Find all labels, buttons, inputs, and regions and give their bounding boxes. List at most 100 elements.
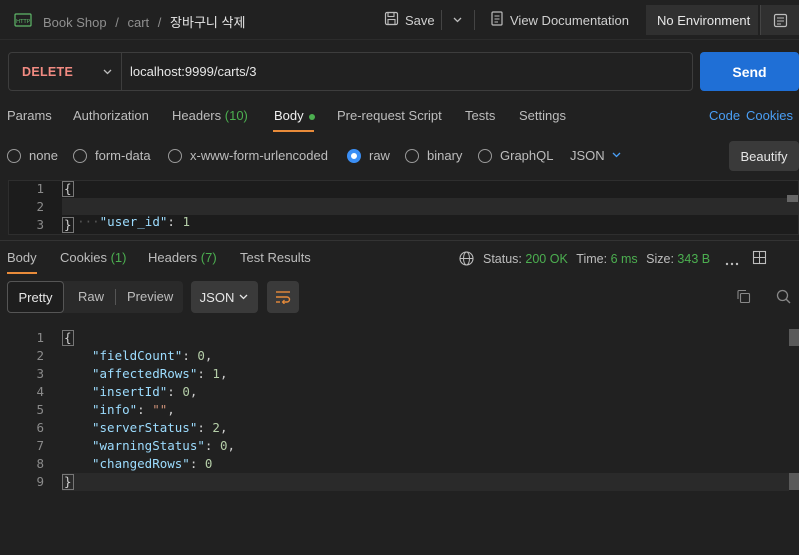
radio-form-data-label: form-data (95, 148, 151, 163)
more-icon[interactable] (725, 256, 739, 270)
view-mode-pretty[interactable]: Pretty (7, 281, 64, 313)
response-tab-test-results[interactable]: Test Results (240, 250, 311, 265)
time-value[interactable]: 6 ms (611, 252, 638, 266)
save-label: Save (405, 12, 435, 28)
request-code-line: ···"user_id": 1 (77, 214, 190, 229)
radio-none-label: none (29, 148, 58, 163)
beautify-button[interactable]: Beautify (729, 141, 799, 171)
tab-tests[interactable]: Tests (465, 108, 495, 123)
url-input[interactable]: localhost:9999/carts/3 (130, 64, 256, 79)
wrap-lines-icon[interactable] (267, 281, 299, 313)
breadcrumb-separator: / (157, 15, 162, 30)
body-format-label: JSON (570, 148, 605, 163)
radio-none[interactable] (7, 149, 21, 163)
radio-binary-label: binary (427, 148, 463, 163)
json-value: "" (152, 402, 168, 417)
breadcrumb-collection[interactable]: Book Shop (43, 15, 107, 30)
view-mode-preview[interactable]: Preview (127, 289, 173, 304)
tab-headers[interactable]: Headers (10) (172, 108, 248, 123)
svg-text:HTTP: HTTP (16, 19, 31, 25)
method-select[interactable]: DELETE (8, 52, 122, 91)
json-comma: , (167, 402, 175, 417)
response-tab-headers-label: Headers (148, 250, 198, 265)
line-number: 1 (36, 330, 44, 345)
radio-raw[interactable] (347, 149, 361, 163)
request-name[interactable]: 장바구니 삭제 (170, 15, 245, 30)
cookies-link[interactable]: Cookies (746, 108, 793, 123)
save-icon (384, 11, 399, 29)
json-value: 2 (212, 420, 220, 435)
json-comma: , (219, 366, 228, 381)
tab-headers-label: Headers (172, 108, 222, 123)
breadcrumb-folder[interactable]: cart (127, 15, 149, 30)
code-link[interactable]: Code (709, 108, 740, 123)
line-number: 9 (36, 474, 44, 489)
line-number: 8 (36, 456, 44, 471)
response-scrollbar[interactable] (789, 473, 799, 490)
save-options-chevron-down-icon[interactable] (452, 14, 463, 28)
tab-settings[interactable]: Settings (519, 108, 566, 123)
radio-binary[interactable] (405, 149, 419, 163)
response-tab-body[interactable]: Body (7, 250, 37, 265)
status-value[interactable]: 200 OK (525, 252, 567, 266)
line-number: 6 (36, 420, 44, 435)
json-comma: , (219, 420, 228, 435)
size-label: Size: (646, 252, 674, 266)
active-tab-underline (273, 130, 314, 132)
radio-urlencoded[interactable] (168, 149, 182, 163)
response-scrollbar[interactable] (789, 329, 799, 346)
json-key: "info" (92, 402, 138, 417)
editor-scrollbar[interactable] (787, 195, 798, 202)
current-line-highlight (62, 473, 789, 491)
radio-raw-label: raw (369, 148, 390, 163)
radio-graphql-label: GraphQL (500, 148, 554, 163)
http-icon: HTTP (14, 11, 32, 32)
tab-authorization[interactable]: Authorization (73, 108, 149, 123)
request-close-brace: } (62, 217, 74, 233)
json-comma: , (227, 438, 236, 453)
active-tab-underline (7, 272, 37, 274)
radio-graphql[interactable] (478, 149, 492, 163)
breadcrumb: Book Shop / cart / 장바구니 삭제 (43, 12, 245, 31)
view-mode-raw[interactable]: Raw (78, 289, 104, 304)
line-number: 2 (36, 348, 44, 363)
size-value[interactable]: 343 B (677, 252, 710, 266)
save-button[interactable]: Save (384, 8, 435, 32)
tab-params[interactable]: Params (7, 108, 52, 123)
json-value: 0 (182, 384, 190, 399)
response-format-select[interactable]: JSON (191, 281, 258, 313)
response-json-line: "info": "", (92, 402, 175, 417)
divider (115, 289, 116, 305)
line-number: 4 (36, 384, 44, 399)
copy-icon[interactable] (736, 289, 751, 307)
tab-prerequest-script[interactable]: Pre-request Script (337, 108, 442, 123)
globe-icon[interactable] (459, 251, 474, 269)
json-key: "user_id" (99, 214, 168, 229)
environment-label: No Environment (657, 12, 751, 28)
response-tab-cookies[interactable]: Cookies (1) (60, 250, 126, 265)
tab-body[interactable]: Body (274, 108, 315, 123)
radio-form-data[interactable] (73, 149, 87, 163)
line-number: 1 (36, 181, 44, 196)
search-icon[interactable] (776, 289, 791, 307)
env-quicklook-icon[interactable] (760, 5, 799, 35)
body-format-select[interactable]: JSON (570, 148, 622, 163)
response-close-brace: } (62, 474, 74, 490)
tab-body-label: Body (274, 108, 304, 123)
time-label: Time: (576, 252, 608, 266)
json-value: 0 (204, 456, 213, 471)
chevron-down-icon (102, 66, 113, 80)
tab-headers-count: (10) (224, 108, 248, 123)
status-label: Status: (483, 252, 522, 266)
environment-selector[interactable]: No Environment (646, 5, 758, 35)
response-tab-cookies-count: (1) (110, 250, 127, 265)
pane-divider[interactable] (0, 240, 799, 241)
send-button[interactable]: Send (700, 52, 799, 91)
method-label: DELETE (22, 64, 74, 79)
json-value: 0 (197, 348, 205, 363)
response-tab-headers[interactable]: Headers (7) (148, 250, 217, 265)
chevron-down-icon (238, 290, 249, 305)
divider (441, 10, 442, 30)
view-documentation-button[interactable]: View Documentation (490, 8, 629, 32)
layout-icon[interactable] (752, 250, 767, 268)
